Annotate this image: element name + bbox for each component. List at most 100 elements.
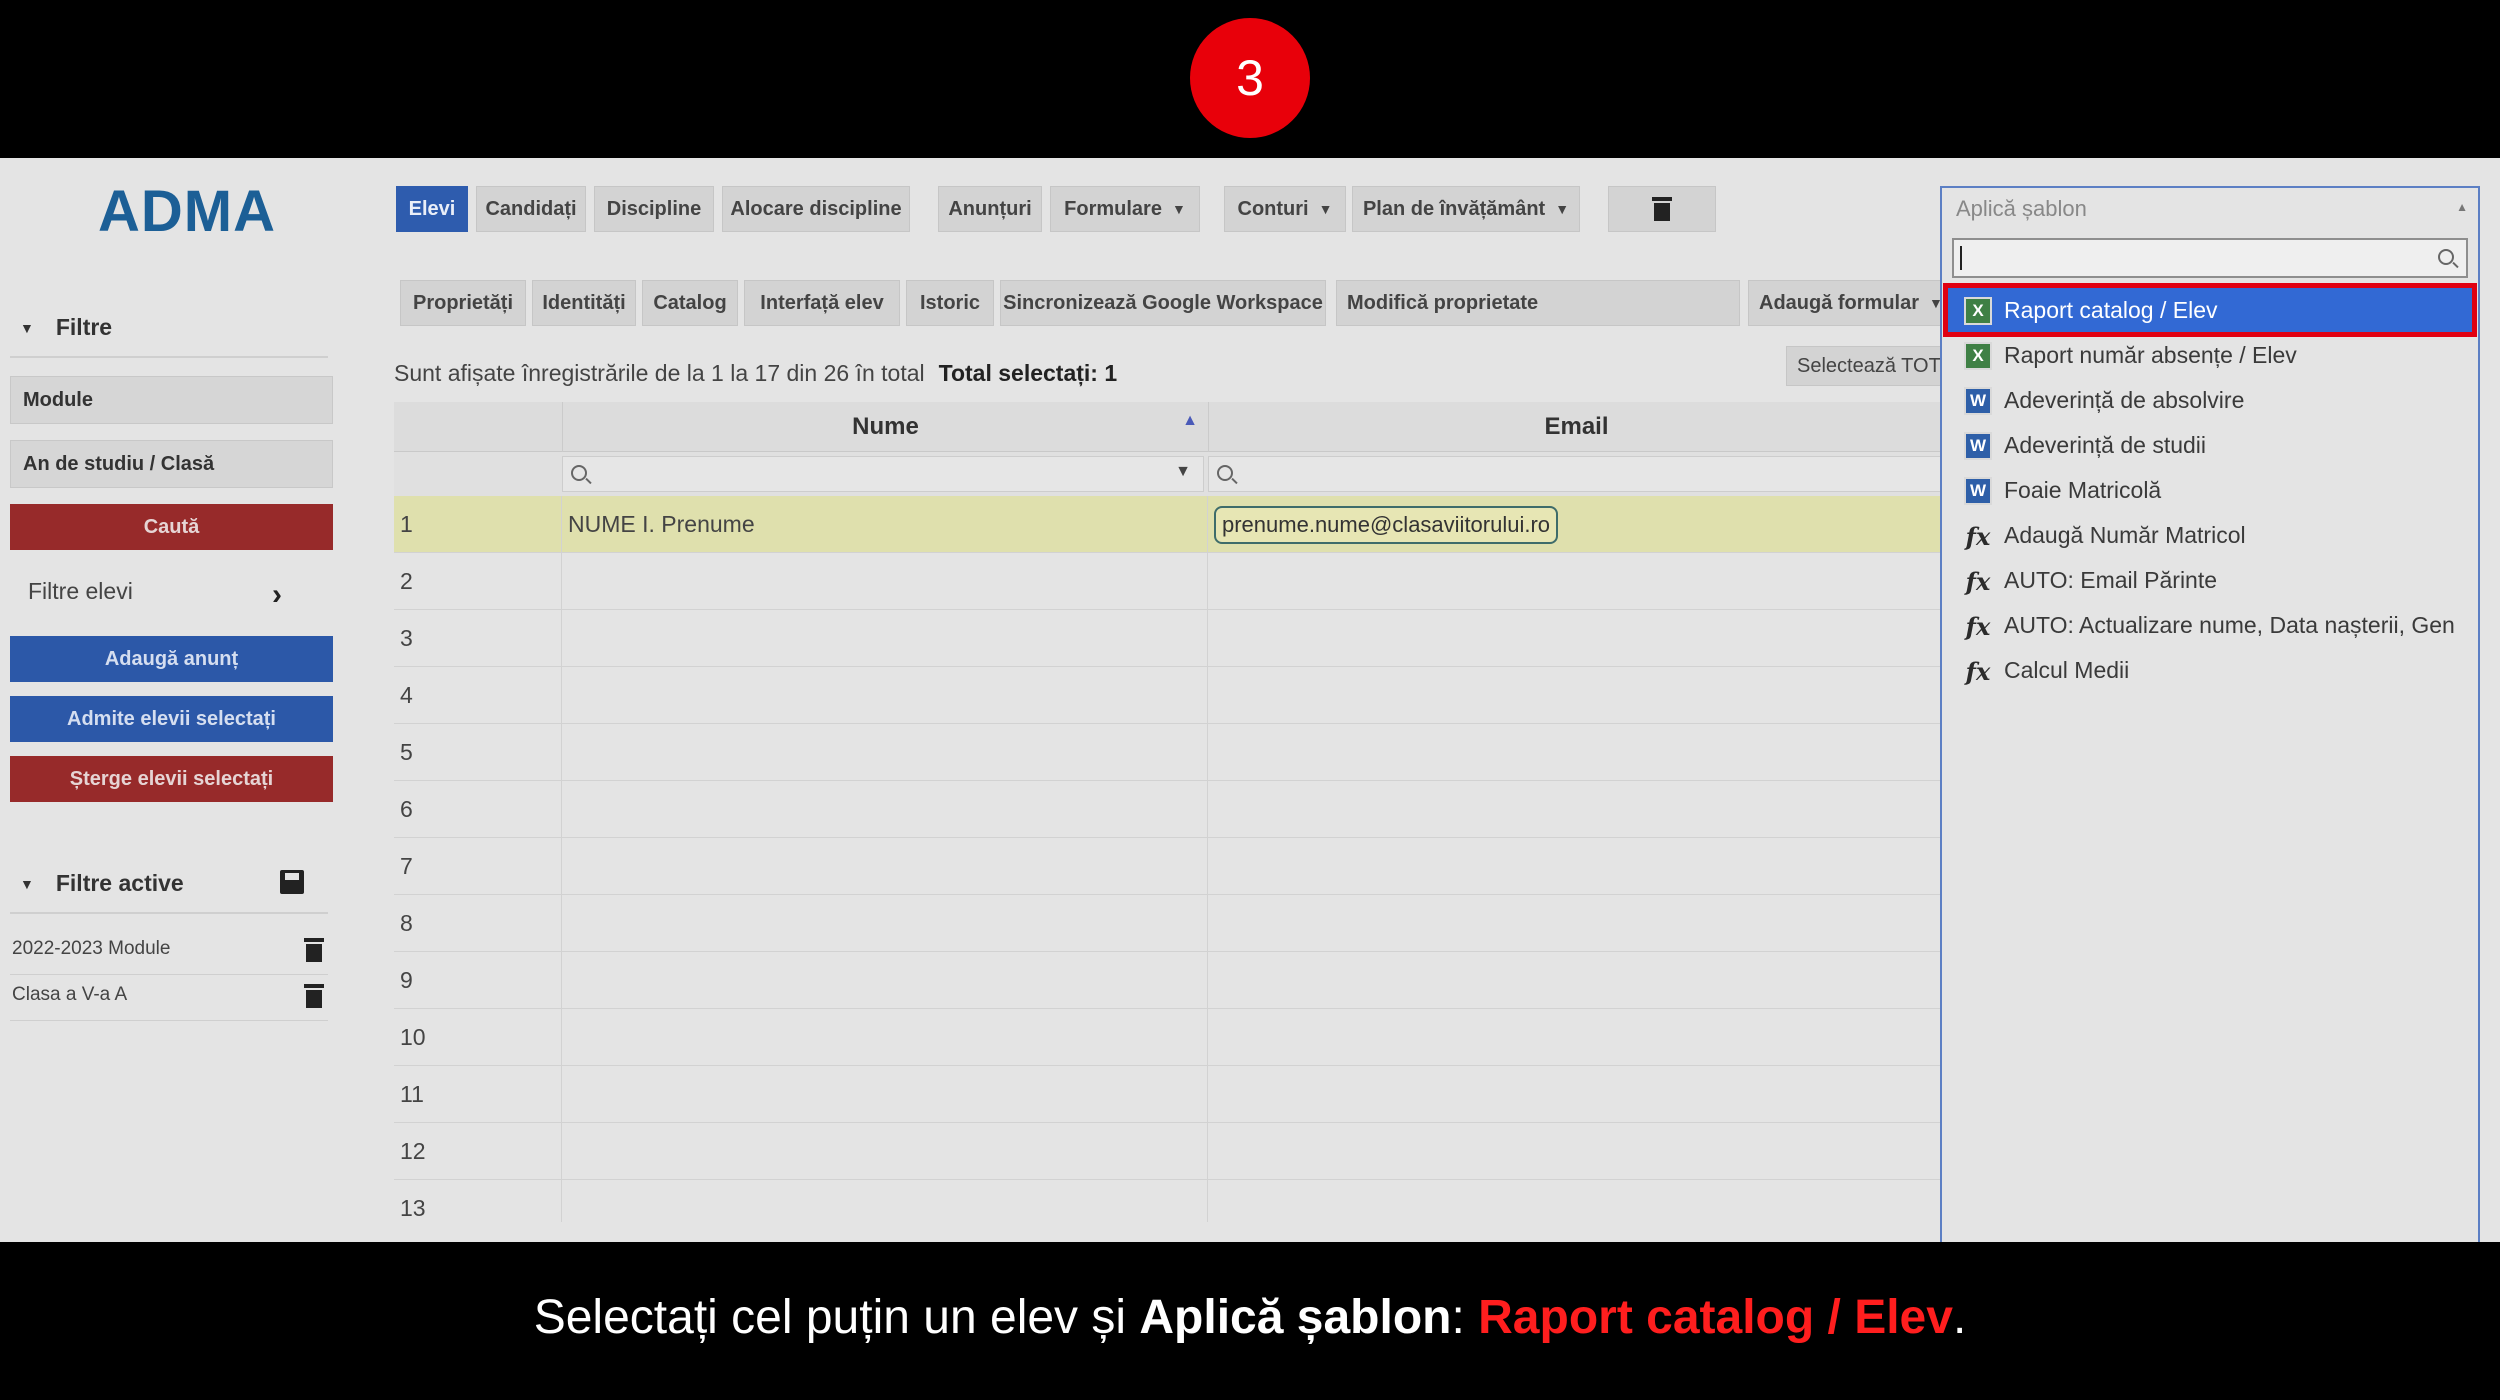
nav-tab-formulare[interactable]: Formulare ▼ bbox=[1050, 186, 1200, 232]
table-header: Nume ▲ Email bbox=[394, 402, 1944, 452]
subnav-proprietati[interactable]: Proprietăți bbox=[400, 280, 526, 326]
modify-property-select[interactable]: Modifică proprietate bbox=[1336, 280, 1740, 326]
apply-template-select[interactable]: Aplică șablon ▲ bbox=[1942, 188, 2478, 230]
student-filters-toggle[interactable]: Filtre elevi bbox=[28, 578, 133, 605]
word-icon: W bbox=[1964, 387, 1992, 415]
row-number: 12 bbox=[394, 1123, 562, 1180]
template-option-label: Adeverință de studii bbox=[2004, 431, 2207, 458]
row-number: 9 bbox=[394, 952, 562, 1009]
table-row[interactable]: 11 bbox=[394, 1066, 1944, 1123]
tutorial-slide: 3 ADMA Elevi Candidați Discipline Alocar… bbox=[0, 0, 2500, 1400]
search-icon bbox=[571, 465, 587, 481]
nav-tab-plan-invatamant[interactable]: Plan de învățământ ▼ bbox=[1352, 186, 1580, 232]
select-all-button[interactable]: Selectează TOT bbox=[1786, 346, 1944, 386]
table-row[interactable]: 5 bbox=[394, 724, 1944, 781]
template-option-label: Foaie Matricolă bbox=[2004, 476, 2162, 503]
student-name bbox=[562, 610, 1208, 667]
subnav-interfata-elev[interactable]: Interfață elev bbox=[744, 280, 900, 326]
table-row[interactable]: 6 bbox=[394, 781, 1944, 838]
word-icon: W bbox=[1964, 432, 1992, 460]
nav-tab-anunturi[interactable]: Anunțuri bbox=[938, 186, 1042, 232]
row-number: 5 bbox=[394, 724, 562, 781]
row-number: 4 bbox=[394, 667, 562, 724]
admit-selected-button[interactable]: Admite elevii selectați bbox=[10, 696, 333, 742]
chevron-up-icon: ▲ bbox=[2456, 200, 2468, 214]
trash-icon[interactable] bbox=[304, 938, 324, 962]
student-name bbox=[562, 667, 1208, 724]
subnav-sincronizeaza-google[interactable]: Sincronizează Google Workspace bbox=[1000, 280, 1326, 326]
search-icon bbox=[2438, 249, 2454, 265]
template-option-label: Adeverință de absolvire bbox=[2004, 386, 2245, 413]
excel-icon: X bbox=[1964, 297, 1992, 325]
subnav-catalog[interactable]: Catalog bbox=[642, 280, 738, 326]
template-search-input[interactable] bbox=[1952, 238, 2468, 278]
subnav-identitati[interactable]: Identități bbox=[532, 280, 636, 326]
table-row[interactable]: 2 bbox=[394, 553, 1944, 610]
template-option-label: Adaugă Număr Matricol bbox=[2004, 521, 2246, 548]
table-row[interactable]: 4 bbox=[394, 667, 1944, 724]
year-class-select[interactable]: An de studiu / Clasă bbox=[10, 440, 333, 488]
caption-text: Selectați cel puțin un elev și bbox=[533, 1291, 1140, 1344]
template-option[interactable]: fx Calcul Medii bbox=[1948, 648, 2472, 692]
apply-template-dropdown[interactable]: Aplică șablon ▲ X Raport catalog / Elev … bbox=[1940, 186, 2480, 1242]
module-select[interactable]: Module bbox=[10, 376, 333, 424]
delete-selected-button[interactable]: Șterge elevii selectați bbox=[10, 756, 333, 802]
word-icon: W bbox=[1964, 477, 1992, 505]
template-option-label: Calcul Medii bbox=[2004, 656, 2130, 683]
table-row[interactable]: 1 NUME I. Prenume prenume.nume@clasaviit… bbox=[394, 496, 1944, 553]
template-option[interactable]: W Foaie Matricolă bbox=[1948, 468, 2472, 512]
student-name bbox=[562, 895, 1208, 952]
template-option[interactable]: fx AUTO: Email Părinte bbox=[1948, 558, 2472, 602]
trash-icon[interactable] bbox=[304, 984, 324, 1008]
student-name bbox=[562, 1009, 1208, 1066]
template-option[interactable]: X Raport număr absențe / Elev bbox=[1948, 333, 2472, 377]
apply-template-placeholder: Aplică șablon bbox=[1956, 196, 2087, 221]
table-row[interactable]: 10 bbox=[394, 1009, 1944, 1066]
divider bbox=[10, 356, 328, 358]
nav-tab-conturi[interactable]: Conturi ▼ bbox=[1224, 186, 1346, 232]
template-option[interactable]: fx Adaugă Număr Matricol bbox=[1948, 513, 2472, 557]
nav-formulare-label: Formulare bbox=[1064, 197, 1162, 220]
table-row[interactable]: 12 bbox=[394, 1123, 1944, 1180]
chevron-right-icon[interactable]: › bbox=[272, 578, 282, 612]
template-option[interactable]: W Adeverință de studii bbox=[1948, 423, 2472, 467]
row-number: 6 bbox=[394, 781, 562, 838]
nav-tab-elevi[interactable]: Elevi bbox=[396, 186, 468, 232]
save-icon[interactable] bbox=[280, 870, 304, 894]
name-filter-input[interactable]: ▼ bbox=[562, 456, 1204, 492]
instruction-caption: Selectați cel puțin un elev și Aplică șa… bbox=[0, 1290, 2500, 1345]
table-row[interactable]: 13 bbox=[394, 1180, 1944, 1222]
template-option[interactable]: X Raport catalog / Elev bbox=[1943, 283, 2477, 337]
table-row[interactable]: 8 bbox=[394, 895, 1944, 952]
search-icon bbox=[1217, 465, 1233, 481]
column-header-nume[interactable]: Nume ▲ bbox=[562, 402, 1208, 452]
nav-tab-discipline[interactable]: Discipline bbox=[594, 186, 714, 232]
chevron-down-icon: ▼ bbox=[1555, 201, 1570, 217]
table-row[interactable]: 9 bbox=[394, 952, 1944, 1009]
active-filters-heading[interactable]: ▼ Filtre active bbox=[20, 870, 184, 897]
nav-tab-candidati[interactable]: Candidați bbox=[476, 186, 586, 232]
student-email[interactable]: prenume.nume@clasaviitorului.ro bbox=[1214, 505, 1559, 544]
student-name bbox=[562, 952, 1208, 1009]
step-number-badge: 3 bbox=[1190, 18, 1310, 138]
nav-tab-alocare-discipline[interactable]: Alocare discipline bbox=[722, 186, 910, 232]
nav-conturi-label: Conturi bbox=[1237, 197, 1309, 220]
chevron-down-icon: ▼ bbox=[1318, 201, 1333, 217]
column-header-email[interactable]: Email bbox=[1208, 402, 1944, 452]
row-number: 11 bbox=[394, 1066, 562, 1123]
add-form-select[interactable]: Adaugă formular ▼ bbox=[1748, 280, 1944, 326]
email-filter-input[interactable] bbox=[1208, 456, 1944, 492]
table-row[interactable]: 3 bbox=[394, 610, 1944, 667]
template-option[interactable]: W Adeverință de absolvire bbox=[1948, 378, 2472, 422]
add-announcement-button[interactable]: Adaugă anunț bbox=[10, 636, 333, 682]
sort-ascending-icon: ▲ bbox=[1182, 412, 1198, 429]
filters-heading-label: Filtre bbox=[55, 314, 113, 340]
delete-button[interactable] bbox=[1608, 186, 1716, 232]
filters-heading[interactable]: ▼ Filtre bbox=[20, 314, 112, 341]
search-button[interactable]: Caută bbox=[10, 504, 333, 550]
row-number: 8 bbox=[394, 895, 562, 952]
template-option[interactable]: fx AUTO: Actualizare nume, Data nașterii… bbox=[1948, 603, 2472, 647]
subnav-istoric[interactable]: Istoric bbox=[906, 280, 994, 326]
nav-plan-label: Plan de învățământ bbox=[1362, 197, 1546, 220]
table-row[interactable]: 7 bbox=[394, 838, 1944, 895]
